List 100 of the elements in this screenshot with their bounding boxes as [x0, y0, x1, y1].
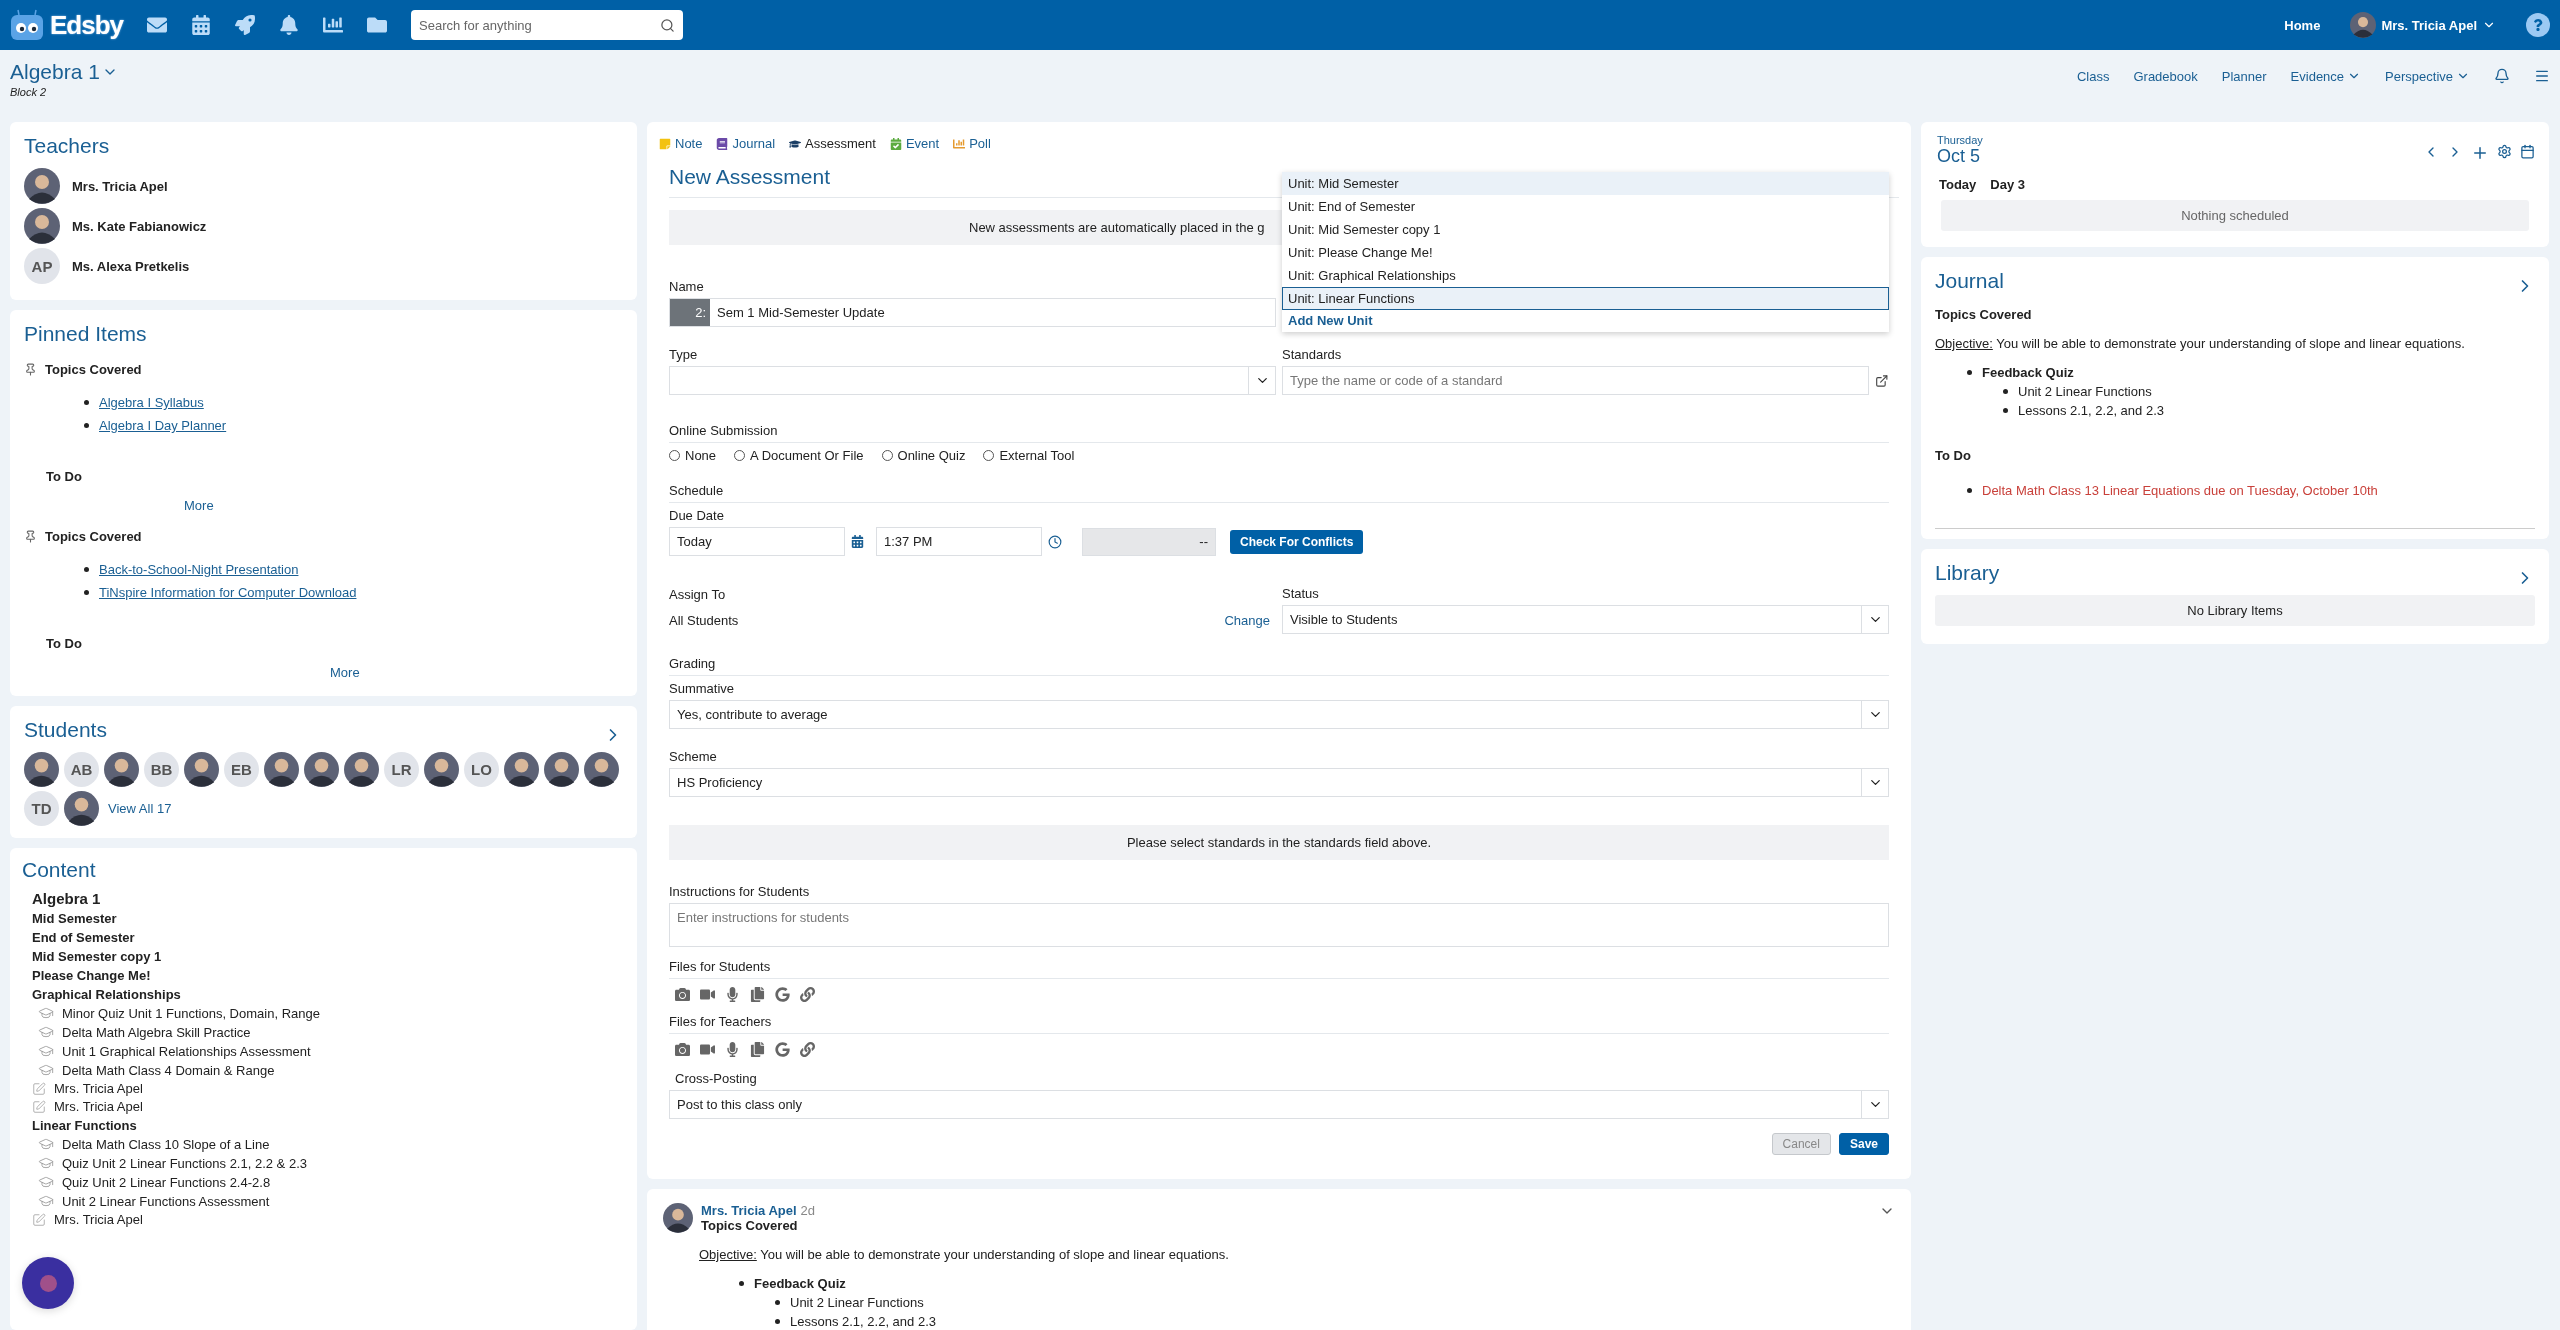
pinned-link[interactable]: TiNspire Information for Computer Download	[99, 585, 357, 600]
external-link-icon[interactable]	[1875, 373, 1889, 388]
dropdown-option[interactable]: Unit: Please Change Me!	[1282, 241, 1889, 264]
unit-title[interactable]: Mid Semester copy 1	[32, 949, 625, 964]
change-link[interactable]: Change	[1224, 612, 1270, 628]
bar-chart-icon[interactable]	[323, 15, 344, 35]
unit-title[interactable]: End of Semester	[32, 930, 625, 945]
content-root[interactable]: Algebra 1	[32, 890, 625, 907]
link-icon[interactable]	[800, 987, 815, 1002]
scheme-select[interactable]: HS Proficiency	[669, 768, 1889, 797]
nav-link[interactable]: Gradebook	[2133, 68, 2198, 84]
bell-icon[interactable]	[279, 15, 300, 35]
bell-icon[interactable]	[2494, 68, 2510, 84]
add-icon[interactable]	[2471, 144, 2489, 162]
content-item[interactable]: Mrs. Tricia Apel	[54, 1099, 143, 1114]
bullet-icon	[739, 1281, 744, 1286]
help-icon[interactable]	[2526, 13, 2550, 37]
post-type-tab[interactable]: Assessment	[789, 136, 876, 151]
folder-icon[interactable]	[367, 15, 388, 35]
video-camera-icon[interactable]	[700, 1042, 715, 1057]
calendar-icon[interactable]	[851, 535, 864, 548]
camera-icon[interactable]	[675, 987, 690, 1002]
avatar-icon	[104, 752, 139, 787]
radio-option[interactable]: External Tool	[983, 448, 1075, 463]
documents-icon[interactable]	[750, 1042, 765, 1057]
dropdown-option[interactable]: Unit: Linear Functions	[1282, 287, 1889, 310]
add-unit-link[interactable]: Add New Unit	[1282, 310, 1889, 332]
bullet-icon	[84, 590, 89, 595]
content-item[interactable]: Unit 1 Graphical Relationships Assessment	[62, 1043, 311, 1059]
microphone-icon[interactable]	[725, 987, 740, 1002]
calendar-icon[interactable]	[191, 15, 212, 35]
radio-option[interactable]: None	[669, 448, 717, 463]
content-item[interactable]: Unit 2 Linear Functions Assessment	[62, 1193, 270, 1209]
microphone-icon[interactable]	[725, 1042, 740, 1057]
video-camera-icon[interactable]	[700, 987, 715, 1002]
pinned-link[interactable]: Back-to-School-Night Presentation	[99, 562, 299, 577]
unit-title[interactable]: Linear Functions	[32, 1118, 625, 1133]
nav-link[interactable]: Evidence	[2290, 68, 2362, 84]
unit-title[interactable]: Mid Semester	[32, 911, 625, 926]
post-type-tab[interactable]: Note	[659, 136, 703, 151]
search-icon[interactable]	[660, 18, 676, 33]
mail-icon[interactable]	[147, 15, 168, 35]
pinned-link[interactable]: Algebra I Day Planner	[99, 418, 227, 433]
summative-select[interactable]: Yes, contribute to average	[669, 700, 1889, 729]
field-label: Type	[669, 347, 698, 362]
search-field[interactable]: Search for anything	[411, 10, 684, 40]
post-type-tab[interactable]: Event	[889, 136, 940, 151]
dropdown-option[interactable]: Unit: Graphical Relationships	[1282, 264, 1889, 287]
post-type-tab[interactable]: Poll	[953, 136, 991, 151]
radio-option[interactable]: A Document Or File	[734, 448, 864, 463]
view-all-link[interactable]: View All 17	[108, 801, 172, 816]
name-field[interactable]: 2: Sem 1 Mid-Semester Update	[669, 298, 1276, 327]
dropdown-option[interactable]: Unit: End of Semester	[1282, 195, 1889, 218]
nav-link[interactable]: Class	[2076, 68, 2110, 84]
camera-icon[interactable]	[675, 1042, 690, 1057]
class-title[interactable]: Algebra 1	[10, 60, 118, 84]
clock-icon[interactable]	[1048, 534, 1062, 549]
teacher-name: Mrs. Tricia Apel	[72, 178, 168, 194]
content-item[interactable]: Delta Math Algebra Skill Practice	[62, 1024, 251, 1040]
content-item[interactable]: Minor Quiz Unit 1 Functions, Domain, Range	[62, 1005, 320, 1021]
rocket-icon[interactable]	[235, 15, 256, 35]
nav-link[interactable]: Perspective	[2385, 68, 2470, 84]
user-menu[interactable]: Mrs. Tricia Apel	[2344, 11, 2502, 39]
dropdown-option[interactable]: Unit: Mid Semester copy 1	[1282, 218, 1889, 241]
instructions-field[interactable]: Enter instructions for students	[669, 903, 1889, 947]
save-button[interactable]: Save	[1838, 1133, 1889, 1155]
radio-option[interactable]: Online Quiz	[881, 448, 966, 463]
objective-text: Objective: You will be able to demonstrate your understanding of slope and linear equations.	[699, 1247, 1230, 1262]
content-item[interactable]: Mrs. Tricia Apel	[54, 1212, 143, 1227]
link-icon[interactable]	[800, 1042, 815, 1057]
unit-title[interactable]: Please Change Me!	[32, 968, 625, 983]
content-item[interactable]: Delta Math Class 4 Domain & Range	[62, 1062, 275, 1078]
more-link[interactable]: More	[184, 498, 214, 513]
card-title: Content	[22, 858, 97, 882]
bullet-icon	[84, 423, 89, 428]
avatar-icon	[24, 752, 59, 787]
content-item[interactable]: Delta Math Class 10 Slope of a Line	[62, 1136, 270, 1152]
nav-link[interactable]: Planner	[2221, 68, 2267, 84]
unit-title[interactable]: Graphical Relationships	[32, 987, 625, 1002]
content-item[interactable]: Mrs. Tricia Apel	[54, 1081, 143, 1096]
pinned-link[interactable]: Algebra I Syllabus	[99, 395, 204, 410]
more-link[interactable]: More	[330, 665, 360, 680]
home-link[interactable]: Home	[2284, 17, 2321, 33]
google-icon[interactable]	[775, 987, 790, 1002]
journal-icon	[32, 1081, 46, 1096]
date-field[interactable]: Today	[669, 527, 845, 556]
standards-field[interactable]: Type the name or code of a standard	[1282, 366, 1870, 395]
menu-icon[interactable]	[2534, 68, 2550, 84]
google-icon[interactable]	[775, 1042, 790, 1057]
check-conflicts-button[interactable]: Check For Conflicts	[1230, 529, 1364, 554]
post-type-tab[interactable]: Journal	[716, 136, 776, 151]
dropdown-option[interactable]: Unit: Mid Semester	[1282, 172, 1889, 195]
time-field[interactable]: 1:37 PM	[876, 527, 1042, 556]
author-link[interactable]: Mrs. Tricia Apel	[701, 1203, 797, 1218]
todo-item: Delta Math Class 13 Linear Equations due on Tuesday, October 10th	[1982, 483, 2378, 498]
documents-icon[interactable]	[750, 987, 765, 1002]
content-item[interactable]: Quiz Unit 2 Linear Functions 2.4-2.8	[62, 1174, 271, 1190]
content-item[interactable]: Quiz Unit 2 Linear Functions 2.1, 2.2 & 2.3	[62, 1155, 307, 1171]
status-select[interactable]: Visible to Students	[1282, 605, 1889, 634]
cross-posting-select[interactable]: Post to this class only	[669, 1090, 1889, 1119]
